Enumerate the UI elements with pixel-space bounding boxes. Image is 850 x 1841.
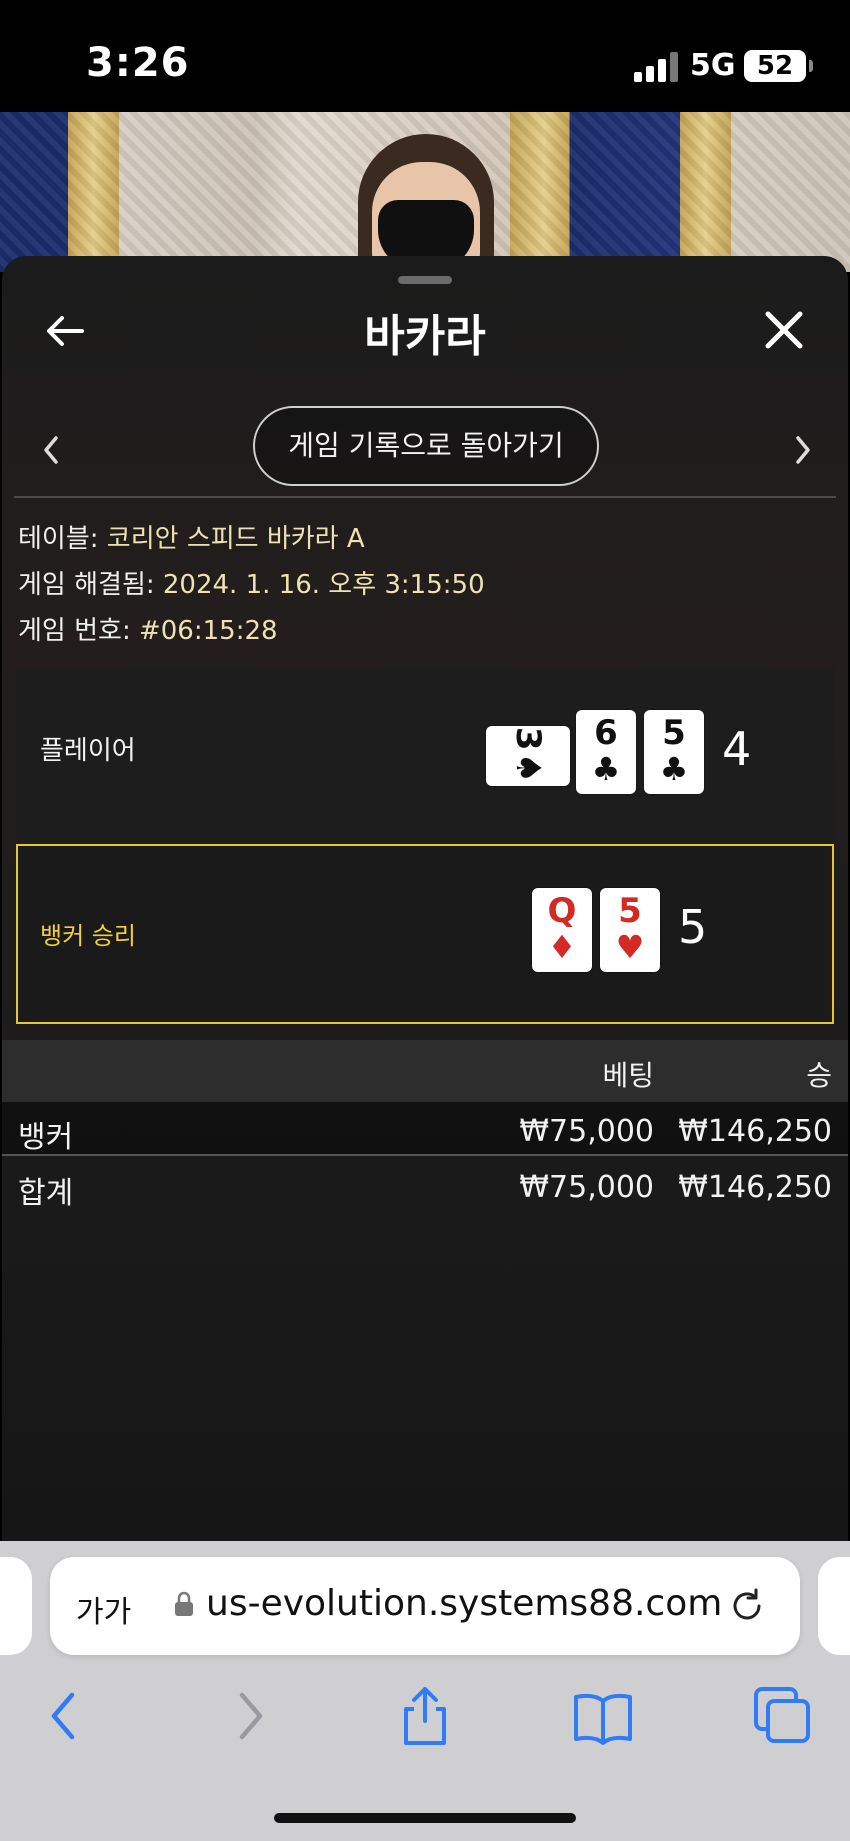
card-rank: Q: [547, 891, 577, 931]
reload-icon[interactable]: [726, 1585, 768, 1627]
browser-forward-icon[interactable]: [214, 1681, 284, 1751]
card-rank: 3: [508, 726, 548, 753]
card-rank: 6: [594, 713, 618, 753]
card-suit: ♥: [615, 928, 645, 966]
live-video-background: [0, 112, 850, 272]
resolved-value: 2024. 1. 16. 오후 3:15:50: [162, 570, 485, 600]
banker-card-1: Q ♦: [532, 888, 592, 972]
battery-icon: 52: [744, 50, 813, 82]
game-number-info: 게임 번호: #06:15:28: [18, 610, 278, 647]
player-card-1: 3♠: [486, 726, 570, 786]
table-header: 베팅 승: [2, 1040, 848, 1102]
game-history-sheet: 바카라 게임 기록으로 돌아가기 테이블: 코리안 스피드 바카라 A 게임 해…: [2, 256, 848, 1541]
divider: [14, 496, 836, 498]
row-bet: ₩75,000: [519, 1170, 654, 1205]
resolved-label: 게임 해결됨:: [18, 570, 155, 600]
bookmarks-icon[interactable]: [568, 1681, 638, 1751]
sheet-title: 바카라: [364, 311, 486, 362]
previous-tab-preview[interactable]: [0, 1557, 32, 1655]
back-to-history-button[interactable]: 게임 기록으로 돌아가기: [253, 406, 599, 486]
banker-result-label: 뱅커 승리: [40, 922, 136, 950]
browser-back-icon[interactable]: [30, 1681, 100, 1751]
row-win: ₩146,250: [678, 1170, 832, 1205]
tabs-icon[interactable]: [748, 1681, 818, 1751]
cellular-signal-icon: [634, 52, 678, 82]
row-name: 뱅커: [18, 1120, 74, 1155]
share-icon[interactable]: [390, 1681, 460, 1751]
card-rank: 5: [618, 891, 642, 931]
next-game-chevron-icon[interactable]: [788, 430, 818, 470]
table-label: 테이블:: [18, 524, 99, 554]
table-value: 코리안 스피드 바카라 A: [106, 524, 365, 554]
row-name: 합계: [18, 1176, 74, 1211]
browser-toolbar: [0, 1681, 850, 1761]
address-bar[interactable]: 가가 us-evolution.systems88.com: [50, 1557, 800, 1655]
player-label: 플레이어: [40, 736, 136, 766]
banker-card-2: 5 ♥: [600, 888, 660, 972]
player-card-2: 6 ♣: [576, 710, 636, 794]
home-indicator: [274, 1813, 576, 1823]
card-rank: 5: [662, 713, 686, 753]
status-bar: 3:26 5G 52: [0, 0, 850, 112]
card-suit: ♣: [659, 750, 689, 788]
card-suit: ♦: [547, 928, 577, 966]
network-type: 5G: [690, 48, 736, 83]
table-row: 뱅커 ₩75,000 ₩146,250: [2, 1102, 848, 1156]
close-icon[interactable]: [760, 306, 808, 354]
resolved-info: 게임 해결됨: 2024. 1. 16. 오후 3:15:50: [18, 564, 485, 601]
next-tab-preview[interactable]: [818, 1557, 850, 1655]
bet-column-header: 베팅: [602, 1059, 654, 1092]
table-row-total: 합계 ₩75,000 ₩146,250: [2, 1158, 848, 1212]
player-score: 4: [722, 722, 752, 776]
row-win: ₩146,250: [678, 1114, 832, 1149]
player-card-3: 5 ♣: [644, 710, 704, 794]
banker-score: 5: [678, 900, 708, 954]
status-time: 3:26: [86, 40, 190, 86]
game-number-label: 게임 번호:: [18, 616, 131, 646]
card-suit: ♠: [508, 752, 548, 786]
player-hand: 플레이어 3♠ 6 ♣ 5 ♣ 4: [16, 668, 834, 848]
banker-hand: 뱅커 승리 Q ♦ 5 ♥ 5: [16, 844, 834, 1024]
sheet-drag-handle[interactable]: [398, 276, 452, 284]
win-column-header: 승: [806, 1059, 832, 1092]
url-text[interactable]: us-evolution.systems88.com: [206, 1583, 746, 1624]
game-number-value: #06:15:28: [138, 616, 278, 646]
row-bet: ₩75,000: [519, 1114, 654, 1149]
card-suit: ♣: [591, 750, 621, 788]
table-info: 테이블: 코리안 스피드 바카라 A: [18, 518, 365, 555]
browser-chrome: 가가 us-evolution.systems88.com: [0, 1541, 850, 1841]
text-size-button[interactable]: 가가: [76, 1587, 131, 1631]
previous-game-chevron-icon[interactable]: [36, 430, 66, 470]
lock-icon: [174, 1591, 194, 1617]
